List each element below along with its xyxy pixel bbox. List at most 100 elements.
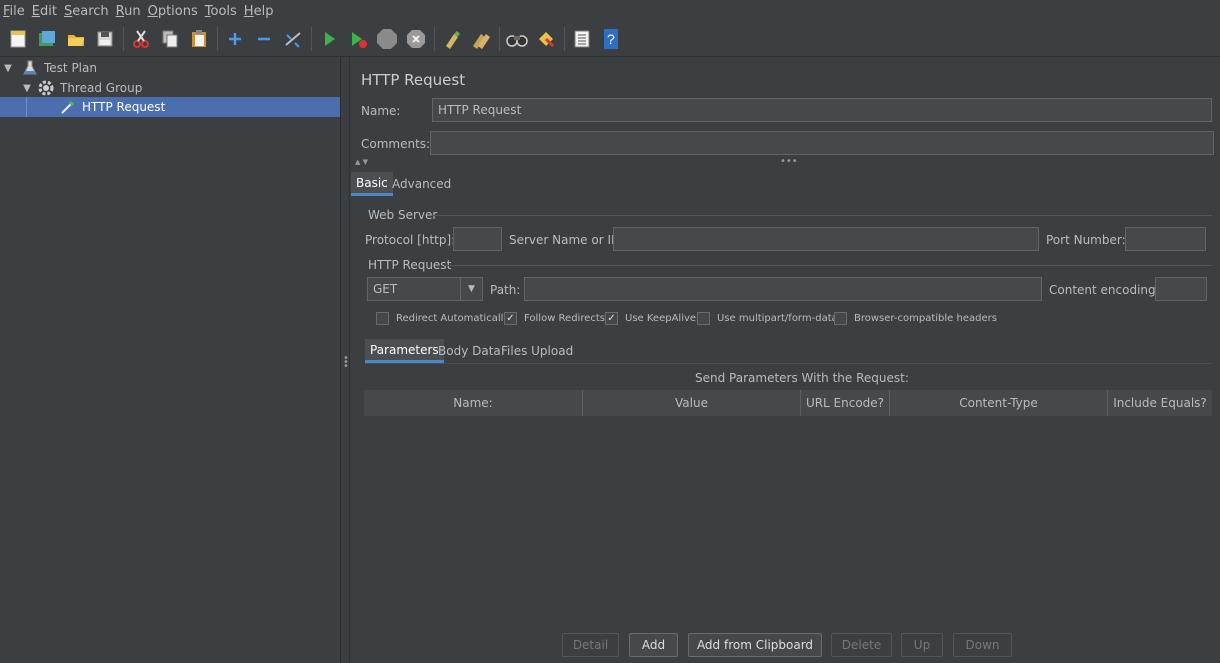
menu-search[interactable]: Search bbox=[64, 4, 109, 19]
use-multipart-checkbox[interactable]: Use multipart/form-data bbox=[697, 312, 838, 325]
drag-handle-icon: ••• bbox=[780, 156, 798, 167]
tree-guide-line bbox=[26, 97, 27, 117]
check-icon[interactable]: ✓ bbox=[605, 312, 618, 325]
server-field[interactable] bbox=[613, 227, 1039, 251]
shutdown-icon[interactable] bbox=[404, 27, 428, 51]
start-no-pauses-icon[interactable] bbox=[346, 27, 370, 51]
copy-icon[interactable] bbox=[158, 27, 182, 51]
comments-field[interactable] bbox=[430, 131, 1214, 155]
port-field[interactable] bbox=[1125, 227, 1206, 251]
tab-files-upload[interactable]: Files Upload bbox=[496, 339, 578, 363]
tree-item-label: HTTP Request bbox=[82, 100, 166, 114]
stop-icon[interactable] bbox=[375, 27, 399, 51]
checkbox-box[interactable] bbox=[834, 312, 847, 325]
tree-item-thread-group[interactable]: ▼ Thread Group bbox=[0, 78, 340, 98]
web-server-section-title: Web Server bbox=[368, 208, 438, 222]
reset-search-icon[interactable] bbox=[534, 27, 558, 51]
use-keepalive-checkbox[interactable]: ✓ Use KeepAlive bbox=[605, 312, 696, 325]
chevron-down-icon[interactable]: ▼ bbox=[21, 83, 33, 94]
tree-item-label: Thread Group bbox=[60, 81, 143, 95]
browser-compatible-headers-checkbox[interactable]: Browser-compatible headers bbox=[834, 312, 997, 325]
help-icon[interactable]: ? bbox=[599, 27, 623, 51]
svg-text:?: ? bbox=[607, 31, 615, 47]
checkbox-box[interactable] bbox=[697, 312, 710, 325]
tab-body-data[interactable]: Body Data bbox=[433, 339, 506, 363]
save-icon[interactable] bbox=[93, 27, 117, 51]
collapse-divider[interactable]: ▲ ▼ ••• bbox=[350, 156, 1220, 169]
server-label: Server Name or IP: bbox=[509, 233, 623, 247]
editor-panel: HTTP Request Name: HTTP Request Comments… bbox=[349, 57, 1220, 663]
up-button[interactable]: Up bbox=[901, 633, 943, 657]
tree-item-test-plan[interactable]: ▼ Test Plan bbox=[0, 58, 340, 78]
tab-advanced[interactable]: Advanced bbox=[387, 172, 456, 196]
comments-label: Comments: bbox=[361, 137, 431, 151]
collapse-arrows-icon[interactable]: ▲ ▼ bbox=[355, 158, 368, 166]
toolbar-separator bbox=[564, 27, 565, 51]
section-divider bbox=[444, 265, 1212, 266]
http-request-section-title: HTTP Request bbox=[368, 258, 452, 272]
checkbox-label: Follow Redirects bbox=[524, 313, 605, 324]
toggle-icon[interactable] bbox=[281, 27, 305, 51]
redirect-automatically-checkbox[interactable]: Redirect Automatically bbox=[376, 312, 509, 325]
params-caption: Send Parameters With the Request: bbox=[695, 371, 909, 385]
column-header-url-encode[interactable]: URL Encode? bbox=[801, 390, 890, 416]
method-select[interactable]: GET ▼ bbox=[367, 277, 483, 301]
open-icon[interactable] bbox=[64, 27, 88, 51]
column-header-content-type[interactable]: Content-Type bbox=[890, 390, 1108, 416]
tree-item-http-request[interactable]: HTTP Request bbox=[0, 97, 340, 117]
column-header-value[interactable]: Value bbox=[583, 390, 801, 416]
paste-icon[interactable] bbox=[187, 27, 211, 51]
add-from-clipboard-button[interactable]: Add from Clipboard bbox=[688, 633, 822, 657]
menu-edit[interactable]: Edit bbox=[32, 4, 57, 19]
function-helper-icon[interactable] bbox=[570, 27, 594, 51]
menu-options[interactable]: Options bbox=[148, 4, 198, 19]
checkbox-label: Use KeepAlive bbox=[625, 313, 697, 324]
down-button[interactable]: Down bbox=[953, 633, 1012, 657]
checkbox-box[interactable] bbox=[376, 312, 389, 325]
start-icon[interactable] bbox=[317, 27, 341, 51]
name-field[interactable]: HTTP Request bbox=[432, 98, 1212, 122]
tree-item-label: Test Plan bbox=[44, 61, 97, 75]
toolbar-separator bbox=[123, 27, 124, 51]
content-encoding-field[interactable] bbox=[1155, 277, 1207, 301]
flask-icon bbox=[22, 60, 38, 76]
content-encoding-label: Content encoding: bbox=[1049, 283, 1160, 297]
column-header-name[interactable]: Name: bbox=[364, 390, 583, 416]
toolbar: ? bbox=[0, 22, 1220, 57]
params-table-body[interactable] bbox=[364, 416, 1212, 616]
menu-run[interactable]: Run bbox=[116, 4, 141, 19]
collapse-icon[interactable] bbox=[252, 27, 276, 51]
delete-button[interactable]: Delete bbox=[831, 633, 892, 657]
clear-all-icon[interactable] bbox=[469, 27, 493, 51]
protocol-label: Protocol [http]: bbox=[365, 233, 456, 247]
tab-parameters[interactable]: Parameters bbox=[365, 339, 444, 363]
add-button[interactable]: Add bbox=[629, 633, 678, 657]
detail-button[interactable]: Detail bbox=[562, 633, 619, 657]
protocol-field[interactable] bbox=[453, 227, 502, 251]
section-divider bbox=[432, 215, 1212, 216]
clear-icon[interactable] bbox=[440, 27, 464, 51]
menu-file[interactable]: File bbox=[3, 4, 25, 19]
split-pane-divider[interactable]: • • • bbox=[342, 57, 349, 663]
cut-icon[interactable] bbox=[129, 27, 153, 51]
path-label: Path: bbox=[490, 283, 521, 297]
port-label: Port Number: bbox=[1046, 233, 1126, 247]
expand-icon[interactable] bbox=[223, 27, 247, 51]
name-label: Name: bbox=[361, 104, 401, 118]
search-icon[interactable] bbox=[505, 27, 529, 51]
chevron-down-icon[interactable]: ▼ bbox=[2, 63, 14, 74]
page-title: HTTP Request bbox=[361, 71, 466, 89]
column-header-include-equals[interactable]: Include Equals? bbox=[1108, 390, 1212, 416]
method-select-value: GET bbox=[373, 282, 398, 296]
templates-icon[interactable] bbox=[35, 27, 59, 51]
toolbar-separator bbox=[434, 27, 435, 51]
new-icon[interactable] bbox=[6, 27, 30, 51]
menu-bar: File Edit Search Run Options Tools Help bbox=[0, 0, 1220, 22]
menu-help[interactable]: Help bbox=[244, 4, 274, 19]
chevron-down-icon[interactable]: ▼ bbox=[460, 278, 482, 300]
path-field[interactable] bbox=[524, 277, 1042, 301]
tab-underline bbox=[365, 363, 1212, 364]
menu-tools[interactable]: Tools bbox=[205, 4, 237, 19]
check-icon[interactable]: ✓ bbox=[504, 312, 517, 325]
follow-redirects-checkbox[interactable]: ✓ Follow Redirects bbox=[504, 312, 605, 325]
